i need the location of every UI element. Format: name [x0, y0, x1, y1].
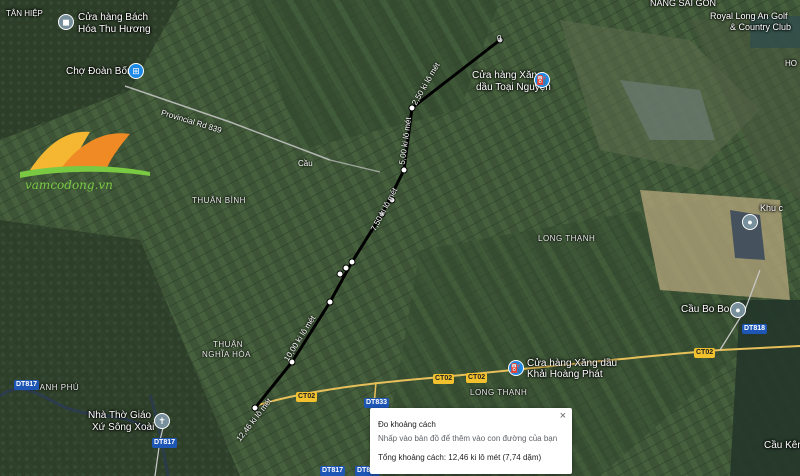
area-label-long-thanh-1: LONG THẠNH	[538, 234, 596, 243]
place-label-xang-khai-2[interactable]: Khải Hoàng Phát	[527, 369, 603, 381]
fuel-pin-icon[interactable]: ⛽	[534, 72, 550, 88]
area-label-thuan-2: NGHĨA HÒA	[202, 350, 251, 359]
place-label-golf-2[interactable]: & Country Club	[730, 21, 791, 33]
place-label-nha-tho-2[interactable]: Xứ Sông Xoài	[92, 422, 154, 434]
area-label-thuan-binh: THUẬN BÌNH	[192, 196, 246, 205]
road-shield-ct02-d: CT02	[694, 348, 716, 358]
place-label-nang-sai-gon: NĂNG SÀI GÒN	[650, 0, 717, 8]
road-label-cau: Cầu	[298, 159, 313, 168]
shop-pin-icon[interactable]: ◼	[58, 14, 74, 30]
road-shield-dt818: DT818	[742, 324, 768, 334]
road-shield-ct02-b: CT02	[433, 374, 455, 384]
total-distance: Tổng khoảng cách: 12,46 ki lô mét (7,74 …	[378, 453, 542, 462]
landmark-pin-icon[interactable]: ●	[742, 214, 758, 230]
place-label-bach-hoa-2[interactable]: Hóa Thu Hương	[78, 24, 151, 36]
place-label-bach-hoa-1[interactable]: Cửa hàng Bách	[78, 12, 148, 24]
area-label-long-thanh-2: LONG THẠNH	[470, 388, 528, 397]
panel-hint: Nhấp vào bản đồ để thêm vào con đường củ…	[378, 434, 558, 443]
area-label-tan-hiep: TÂN HIỆP	[6, 9, 43, 18]
road-shield-dt817-a: DT817	[14, 380, 40, 390]
road-shield-dt817-c: DT817	[320, 466, 346, 476]
vamcodong-logo: vamcodong.vn	[20, 120, 150, 198]
place-label-khu-c[interactable]: Khu c	[760, 202, 783, 214]
place-label-xang-toai-1[interactable]: Cửa hàng Xăng	[472, 70, 543, 82]
place-label-nha-tho-1[interactable]: Nhà Thờ Giáo	[88, 410, 151, 422]
road-shield-dt817-b: DT817	[152, 438, 178, 448]
road-shield-ct02-a: CT02	[296, 392, 318, 402]
panel-title: Đo khoảng cách	[378, 420, 436, 429]
road-shield-dt833: DT833	[364, 398, 390, 408]
area-label-thuan-1: THUẬN	[213, 340, 244, 349]
road-shield-ct02-c: CT02	[466, 373, 488, 383]
close-icon[interactable]: ×	[560, 410, 566, 422]
place-label-cau-ken[interactable]: Cầu Kên	[764, 440, 800, 452]
church-pin-icon[interactable]: ✝	[154, 413, 170, 429]
measure-distance-panel: × Đo khoảng cách Nhấp vào bản đồ để thêm…	[370, 408, 572, 474]
place-label-cho-doan-bon[interactable]: Chợ Đoàn Bốn	[66, 66, 133, 78]
bridge-pin-icon[interactable]: ●	[730, 302, 746, 318]
market-pin-icon[interactable]: ⊞	[128, 63, 144, 79]
place-label-cau-bo-bo[interactable]: Cầu Bo Bo	[681, 304, 729, 316]
area-label-ho: HO	[785, 59, 797, 68]
fuel-pin-icon-2[interactable]: ⛽	[508, 360, 524, 376]
measure-label-0: 0	[497, 34, 502, 43]
logo-text: vamcodong.vn	[25, 178, 113, 192]
